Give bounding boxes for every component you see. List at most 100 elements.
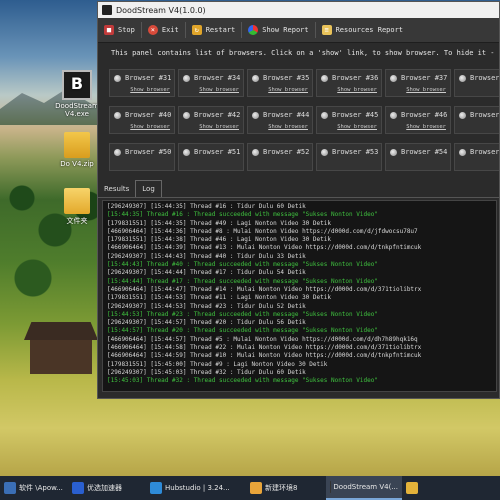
browser-card: Browser #36 Show browser: [316, 69, 382, 97]
taskbar-item[interactable]: Hubstudio | 3.24...: [146, 476, 246, 500]
toolbar: ■ Stop × Exit ↻ Restart Show Report ≡ Re…: [98, 18, 499, 43]
accelerator-icon: [72, 482, 84, 494]
browser-card: Browser #40 Show browser: [109, 106, 175, 134]
log-line: [296249307] [15:45:03] Thread #32 : Tidu…: [107, 368, 306, 376]
browser-status-icon: [114, 148, 121, 156]
desktop-icon-label: Do V4.zip: [60, 160, 94, 168]
log-line: [296249307] [15:44:44] Thread #17 : Tidu…: [107, 269, 306, 277]
restart-label: Restart: [205, 26, 236, 34]
browser-status-icon: [321, 74, 328, 82]
restart-button[interactable]: ↻ Restart: [186, 20, 242, 40]
exit-button[interactable]: × Exit: [142, 20, 185, 40]
stop-label: Stop: [118, 26, 135, 34]
log-line: [179831551] [15:45:00] Thread #9 : Lagi …: [107, 360, 328, 368]
log-line: [466906464] [15:44:59] Thread #10 : Mula…: [107, 352, 422, 360]
log-line: [466906464] [15:44:39] Thread #13 : Mula…: [107, 244, 422, 252]
show-browser-link[interactable]: Show browser: [199, 87, 239, 93]
restart-icon: ↻: [191, 25, 202, 35]
browser-status-icon: [114, 111, 121, 119]
browser-name: Browser #40: [114, 111, 171, 119]
log-line: [179831551] [15:44:38] Thread #46 : Lagi…: [107, 236, 331, 244]
browser-name: Browser #52: [252, 148, 309, 156]
browser-name-label: Browser #54: [401, 148, 448, 156]
desktop-icon-doodstream-zip[interactable]: Do V4.zip: [52, 132, 102, 168]
resources-report-button[interactable]: ≡ Resources Report: [316, 20, 409, 40]
browser-status-icon: [252, 148, 259, 156]
browser-name-label: Browser #45: [332, 111, 379, 119]
taskbar-item-label: 软件 \Apow...: [19, 484, 63, 492]
show-browser-link[interactable]: Show browser: [406, 87, 446, 93]
desktop-icon-label: V4.exe: [65, 110, 89, 118]
show-browser-link[interactable]: Show browser: [199, 124, 239, 130]
desktop-icon-doodstream-exe[interactable]: B DoodStream V4.exe: [52, 70, 102, 118]
desktop-icon-label: DoodStream: [55, 102, 99, 110]
browser-name-label: Browser #53: [332, 148, 379, 156]
browser-card: Browser #52: [247, 143, 313, 171]
browser-name-label: Browser #35: [263, 74, 310, 82]
browser-name: Browser #46: [390, 111, 447, 119]
browser-name: Browser #: [459, 148, 499, 156]
browser-env-icon: [250, 482, 262, 494]
show-browser-link[interactable]: Show browser: [268, 124, 308, 130]
tab-results[interactable]: Results: [98, 181, 135, 197]
log-line: [15:44:35] Thread #16 : Thread succeeded…: [107, 211, 378, 219]
log-line: [179831551] [15:44:53] Thread #11 : Lagi…: [107, 294, 331, 302]
browser-status-icon: [459, 74, 466, 82]
browser-name: Browser #54: [390, 148, 447, 156]
browser-card: Browser #34 Show browser: [178, 69, 244, 97]
show-report-label: Show Report: [262, 26, 309, 34]
log-panel[interactable]: [296249307] [15:44:35] Thread #16 : Tidu…: [102, 200, 497, 392]
browser-name-label: Browser #36: [332, 74, 379, 82]
log-line: [296249307] [15:44:57] Thread #20 : Tidu…: [107, 319, 306, 327]
browser-name: Browser #42: [183, 111, 240, 119]
browser-card: Browser #53: [316, 143, 382, 171]
browser-name: Browser #45: [321, 111, 378, 119]
show-browser-link[interactable]: Show browser: [337, 124, 377, 130]
stop-button[interactable]: ■ Stop: [98, 20, 141, 40]
exit-icon: ×: [147, 25, 158, 35]
browser-card: Browser #51: [178, 143, 244, 171]
browser-status-icon: [390, 148, 397, 156]
show-report-button[interactable]: Show Report: [242, 20, 314, 40]
taskbar-item[interactable]: DoodStream V4(...: [326, 476, 402, 500]
tab-log[interactable]: Log: [135, 180, 162, 197]
window-titlebar[interactable]: DoodStream V4(1.0.0): [98, 2, 499, 18]
taskbar-item[interactable]: 软件 \Apow...: [0, 476, 68, 500]
browser-name-label: Browser #52: [263, 148, 310, 156]
browser-card: Browser #37 Show browser: [385, 69, 451, 97]
browser-card: Browser #50: [109, 143, 175, 171]
browser-name: Browser #51: [183, 148, 240, 156]
browser-name: Browser #44: [252, 111, 309, 119]
taskbar-item[interactable]: 优选加速器: [68, 476, 146, 500]
taskbar-item-label: 新建环境8: [265, 484, 298, 492]
chrome-icon: [248, 25, 259, 35]
browser-name-label: Browser #51: [194, 148, 241, 156]
log-line: [466906464] [15:44:47] Thread #14 : Mula…: [107, 285, 422, 293]
log-line: [15:44:57] Thread #20 : Thread succeeded…: [107, 327, 378, 335]
show-browser-link[interactable]: Show browser: [130, 87, 170, 93]
show-browser-link[interactable]: Show browser: [337, 87, 377, 93]
wallpaper-cabin: [30, 338, 92, 374]
browser-name-label: Browser #44: [263, 111, 310, 119]
browser-name-label: Browser #: [470, 148, 499, 156]
desktop-icon-label: 文件夹: [66, 217, 88, 225]
taskbar-item-label: DoodStream V4(...: [333, 483, 398, 491]
taskbar-item[interactable]: 新建环境8: [246, 476, 326, 500]
browser-card: Browser #54: [385, 143, 451, 171]
show-browser-link[interactable]: Show browser: [268, 87, 308, 93]
browser-card: Browser #: [454, 69, 499, 97]
log-line: [15:44:43] Thread #40 : Thread succeeded…: [107, 261, 378, 269]
browser-grid: Browser #31 Show browser Browser #34 Show b…: [98, 63, 499, 189]
browser-status-icon: [321, 148, 328, 156]
browser-card: Browser #46 Show browser: [385, 106, 451, 134]
browser-name-label: Browser #37: [401, 74, 448, 82]
taskbar-item[interactable]: [402, 476, 430, 500]
browser-status-icon: [390, 74, 397, 82]
desktop-icon-folder[interactable]: 文件夹: [52, 188, 102, 226]
show-browser-link[interactable]: Show browser: [406, 124, 446, 130]
browser-status-icon: [183, 148, 190, 156]
exe-icon: B: [62, 70, 92, 100]
show-browser-link[interactable]: Show browser: [130, 124, 170, 130]
browser-status-icon: [459, 111, 466, 119]
window-title: DoodStream V4(1.0.0): [116, 5, 206, 15]
